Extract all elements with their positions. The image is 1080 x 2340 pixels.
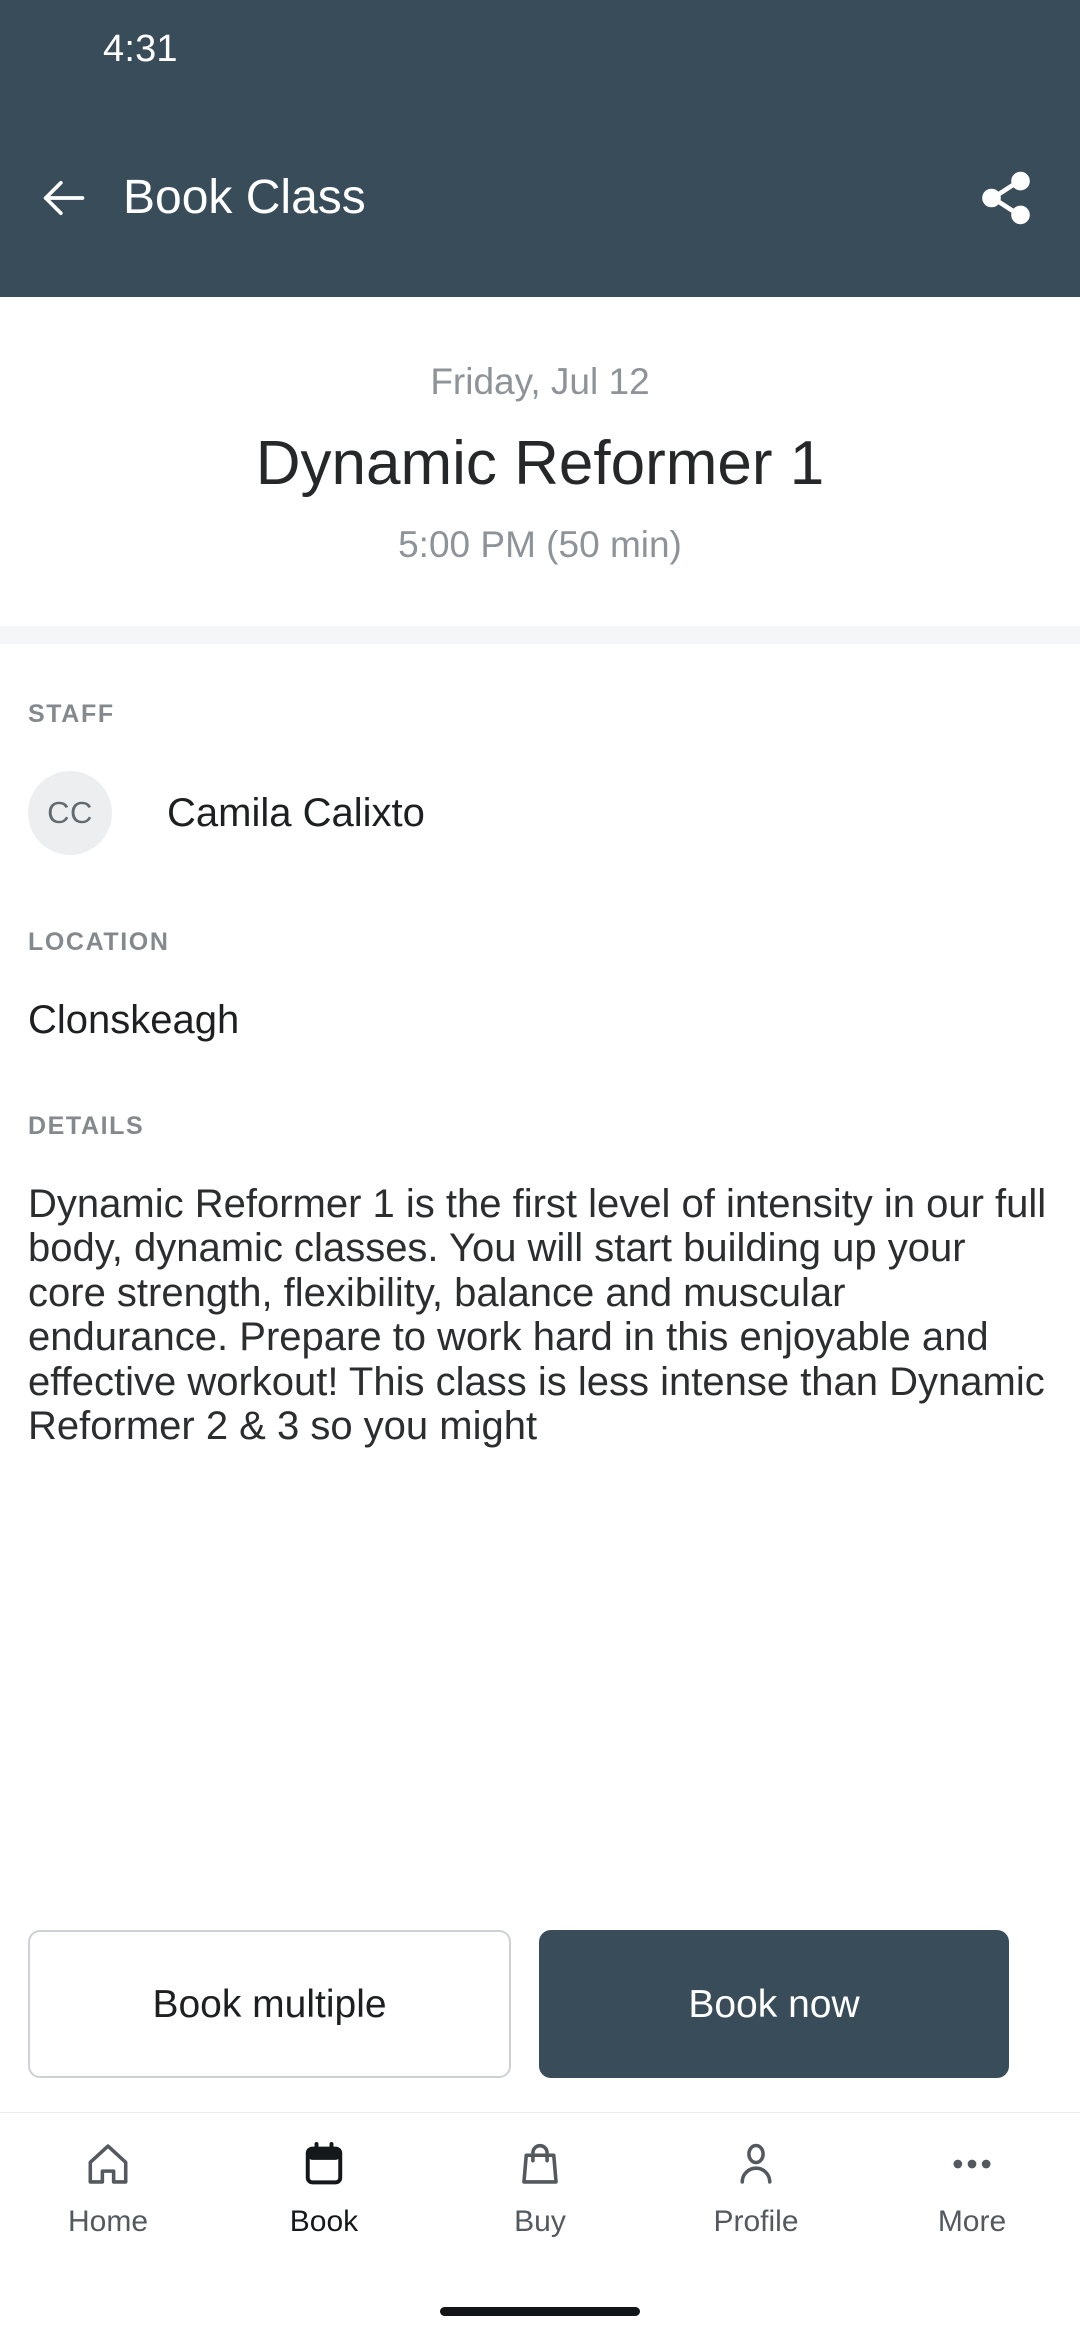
status-bar-clock: 4:31: [103, 28, 178, 70]
nav-item-more[interactable]: More: [864, 2135, 1080, 2237]
calendar-icon: [299, 2135, 349, 2193]
app-bar-title: Book Class: [123, 170, 366, 224]
nav-label-book: Book: [289, 2205, 359, 2238]
nav-item-profile[interactable]: Profile: [648, 2135, 864, 2237]
app-screen: 4:31 Book Class Friday, Jul 12 Dynamic R…: [0, 0, 1080, 2340]
shopping-bag-icon: [515, 2135, 565, 2193]
staff-name: Camila Calixto: [167, 790, 425, 835]
details-section-label: DETAILS: [28, 1111, 145, 1140]
details-text: Dynamic Reformer 1 is the first level of…: [28, 1181, 1047, 1448]
nav-label-profile: Profile: [713, 2205, 799, 2238]
nav-label-buy: Buy: [514, 2205, 566, 2238]
nav-item-buy[interactable]: Buy: [432, 2135, 648, 2237]
class-date: Friday, Jul 12: [430, 361, 650, 402]
location-section-label: LOCATION: [28, 927, 170, 956]
section-divider: [0, 625, 1080, 644]
home-indicator-area: [0, 2282, 1080, 2340]
nav-label-home: Home: [67, 2205, 149, 2238]
share-button[interactable]: [970, 162, 1042, 234]
avatar-initials: CC: [47, 795, 93, 831]
ellipsis-icon: [947, 2135, 997, 2193]
person-icon: [731, 2135, 781, 2193]
class-name: Dynamic Reformer 1: [255, 429, 825, 499]
status-bar: 4:31: [0, 0, 1080, 98]
staff-row[interactable]: CC Camila Calixto: [28, 770, 1052, 855]
home-indicator[interactable]: [440, 2306, 640, 2316]
back-button[interactable]: [30, 165, 96, 231]
nav-item-home[interactable]: Home: [0, 2135, 216, 2237]
location-value: Clonskeagh: [28, 997, 240, 1042]
staff-section-label: STAFF: [28, 699, 115, 728]
book-multiple-button[interactable]: Book multiple: [28, 1930, 511, 2078]
nav-label-more: More: [937, 2205, 1007, 2238]
action-bar: Book multiple Book now: [0, 1930, 1080, 2078]
bottom-navigation: Home Book Buy Profile More: [0, 2112, 1080, 2282]
class-time: 5:00 PM (50 min): [398, 523, 682, 565]
nav-item-book[interactable]: Book: [216, 2135, 432, 2237]
book-now-button[interactable]: Book now: [539, 1930, 1009, 2078]
avatar: CC: [28, 770, 112, 855]
share-icon: [977, 169, 1035, 227]
class-summary-card: Friday, Jul 12 Dynamic Reformer 1 5:00 P…: [0, 297, 1080, 626]
arrow-left-icon: [37, 172, 89, 224]
app-bar: Book Class: [0, 98, 1080, 297]
class-details-body[interactable]: STAFF CC Camila Calixto LOCATION Clonske…: [0, 643, 1080, 1930]
home-icon: [83, 2135, 133, 2193]
